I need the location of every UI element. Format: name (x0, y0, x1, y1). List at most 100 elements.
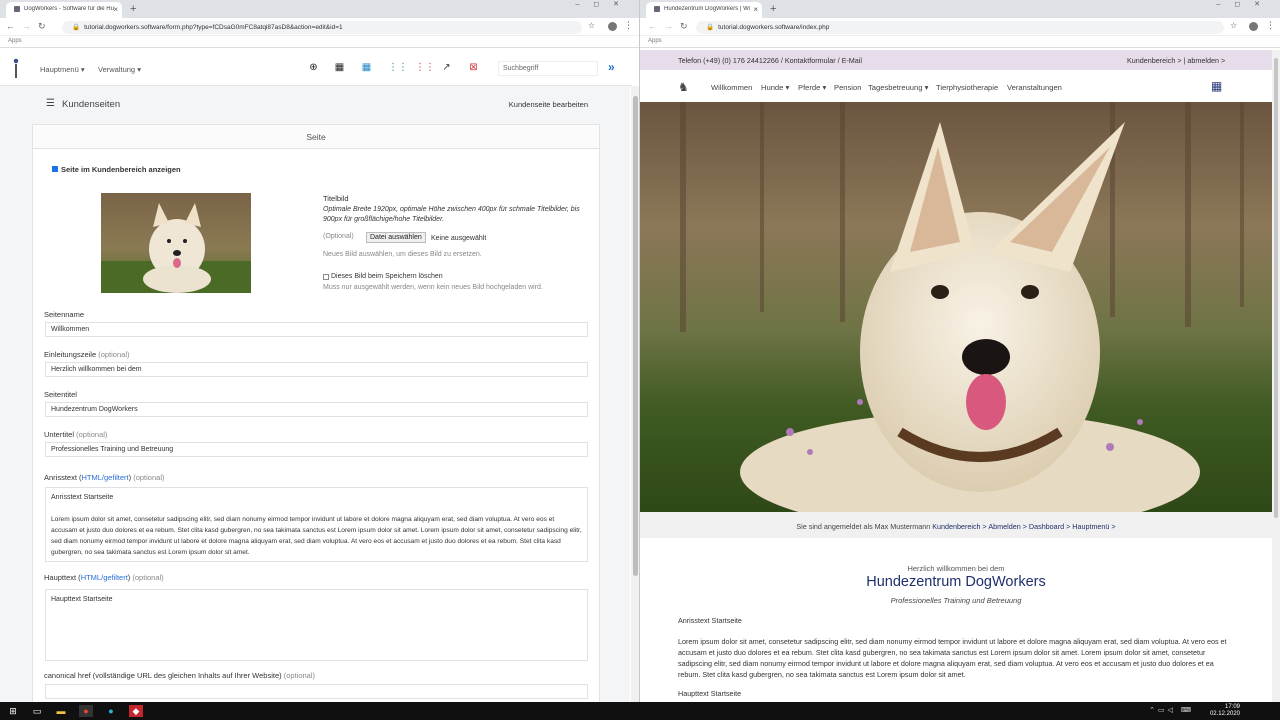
more-menu-icon[interactable]: ⋮ (1266, 20, 1275, 31)
more-menu-icon[interactable]: ⋮ (624, 20, 633, 31)
start-icon[interactable]: ⊞ (6, 705, 20, 717)
new-tab-icon[interactable]: + (770, 3, 776, 15)
subtitle-optional: (optional) (76, 430, 108, 439)
address-bar: ← → ↻ 🔒 tutorial.dogworkers.software/form… (0, 18, 639, 36)
favicon-icon (14, 6, 20, 12)
search-input[interactable]: Suchbegriff (498, 61, 598, 76)
url-field-right[interactable]: 🔒 tutorial.dogworkers.software/index.php (696, 21, 1224, 34)
reload-icon[interactable]: ↻ (680, 21, 688, 32)
nav-item-tagesbetreuung[interactable]: Tagesbetreuung ▾ (868, 83, 928, 92)
forward-icon[interactable]: → (22, 21, 31, 31)
logout-icon[interactable]: ⊠ (468, 62, 479, 73)
nav-item-willkommen[interactable]: Willkommen (711, 83, 752, 92)
nav-item-pferde[interactable]: Pferde ▾ (798, 83, 826, 92)
file-explorer-icon[interactable]: ▬ (54, 705, 68, 717)
modules-grid-icon[interactable]: ⋮⋮ (415, 62, 435, 73)
choose-file-button[interactable]: Datei auswählen (366, 232, 426, 243)
browser-tab[interactable]: DogWorkers - Software für die Hun × (6, 2, 122, 18)
left-scrollbar[interactable] (631, 86, 639, 702)
edit-customer-page-link[interactable]: Kundenseite bearbeiten (509, 100, 588, 109)
right-scroll-thumb[interactable] (1274, 58, 1278, 518)
right-scrollbar[interactable] (1272, 50, 1280, 702)
apps-grid-icon[interactable]: ⋮⋮ (388, 62, 408, 73)
edge-icon[interactable]: ● (104, 705, 118, 717)
nav-item-tierphysiotherapie[interactable]: Tierphysiotherapie (936, 83, 998, 92)
apps-bookmark[interactable]: Apps (8, 38, 22, 44)
system-tray-icons[interactable]: ⌃▭◁ ⌨ (1149, 706, 1194, 714)
nav-item-pension[interactable]: Pension (834, 83, 861, 92)
main-optional: (optional) (132, 573, 164, 582)
close-tab-icon[interactable]: × (113, 5, 118, 14)
admin-menu-dropdown[interactable]: Verwaltung ▾ (98, 65, 141, 74)
bookmark-star-icon[interactable]: ☆ (588, 21, 595, 30)
pagetitle-value: Hundezentrum DogWorkers (51, 406, 138, 413)
pagename-value: Willkommen (51, 326, 90, 333)
chrome-icon[interactable]: ● (79, 705, 93, 717)
reload-icon[interactable]: ↻ (38, 21, 46, 32)
bookmarks-bar-right: Apps (640, 36, 1280, 48)
globe-icon[interactable]: ⊕ (308, 62, 319, 73)
teaser-label-text: Anrisstext ( (44, 473, 82, 482)
main-heading: Haupttext Startseite (678, 689, 742, 698)
pagename-label: Seitenname (44, 310, 85, 319)
site-navbar: ♞ Willkommen Hunde ▾ Pferde ▾ Pension Ta… (640, 70, 1272, 102)
pagetitle-input[interactable]: Hundezentrum DogWorkers (45, 402, 588, 417)
nav-item-hunde[interactable]: Hunde ▾ (761, 83, 789, 92)
forward-icon[interactable]: → (664, 21, 673, 31)
delete-image-label: Dieses Bild beim Speichern löschen (331, 273, 443, 280)
dashboard-icon[interactable]: ▦ (361, 62, 372, 73)
profile-icon[interactable] (608, 22, 617, 31)
bookmark-star-icon[interactable]: ☆ (1230, 21, 1237, 30)
close-tab-icon[interactable]: × (753, 5, 758, 14)
back-icon[interactable]: ← (6, 21, 15, 31)
url-text: tutorial.dogworkers.software/form.php?ty… (84, 24, 343, 31)
external-link-icon[interactable]: ↗ (441, 62, 452, 73)
window-controls[interactable]: –◻✕ (1216, 0, 1274, 8)
url-text-right: tutorial.dogworkers.software/index.php (718, 24, 830, 31)
main-text-textarea[interactable]: Haupttext Startseite (45, 589, 588, 661)
breadcrumb-links[interactable]: Kundenbereich > Abmelden > Dashboard > H… (932, 522, 1115, 531)
new-tab-icon[interactable]: + (130, 3, 136, 15)
url-field[interactable]: 🔒 tutorial.dogworkers.software/form.php?t… (62, 21, 582, 34)
canonical-input[interactable] (45, 684, 588, 699)
main-text-value: Haupttext Startseite (51, 596, 113, 603)
logged-in-as-text: Sie sind angemeldet als Max Mustermann (796, 522, 931, 531)
pagename-input[interactable]: Willkommen (45, 322, 588, 337)
apps-bookmark-right[interactable]: Apps (648, 38, 662, 44)
main-menu-dropdown[interactable]: Hauptmenü ▾ (40, 65, 85, 74)
windows-taskbar: ⊞ ▭ ▬ ● ● ◆ ⌃▭◁ ⌨ 17:09 02.12.2020 (0, 702, 1280, 720)
profile-icon[interactable] (1249, 22, 1258, 31)
site-title: Hundezentrum DogWorkers (866, 574, 1046, 590)
main-html-link[interactable]: HTML/gefiltert (81, 573, 128, 582)
contact-info[interactable]: Telefon (+49) (0) 176 24412266 / Kontakt… (678, 56, 862, 65)
delete-image-checkbox[interactable] (323, 274, 329, 280)
teaser-html-link[interactable]: HTML/gefiltert (82, 473, 129, 482)
clock[interactable]: 17:09 02.12.2020 (1210, 704, 1240, 718)
dogworkers-logo-icon[interactable] (12, 58, 20, 80)
app-navbar: Hauptmenü ▾ Verwaltung ▾ ⊕ ▦ ▦ ⋮⋮ ⋮⋮ ↗ ⊠… (0, 50, 632, 86)
task-view-icon[interactable]: ▭ (30, 705, 44, 717)
teaser-heading: Anrisstext Startseite (678, 616, 742, 625)
hamburger-icon[interactable]: ☰ (46, 98, 55, 109)
intro-label-text: Einleitungszeile (44, 350, 97, 359)
intro-input[interactable]: Herzlich willkommen bei dem (45, 362, 588, 377)
collapse-sidebar-icon[interactable]: » (608, 60, 615, 74)
calendar-icon[interactable]: ▦ (1211, 79, 1222, 93)
show-in-customer-area-checkbox[interactable] (52, 166, 58, 172)
card-title: Seite (33, 125, 599, 149)
subtitle-input[interactable]: Professionelles Training und Betreuung (45, 442, 588, 457)
teaser-textarea[interactable]: Anrisstext Startseite Lorem ipsum dolor … (45, 487, 588, 562)
browser-tab-right[interactable]: Hundezentrum DogWorkers | Wi × (646, 2, 762, 18)
site-contact-strip: Telefon (+49) (0) 176 24412266 / Kontakt… (640, 50, 1272, 70)
app-icon[interactable]: ◆ (129, 705, 143, 717)
teaser-label-close: ) (128, 473, 132, 482)
left-scroll-thumb[interactable] (633, 96, 638, 576)
title-image-label: Titelbild (323, 194, 349, 203)
horse-logo-icon[interactable]: ♞ (678, 80, 689, 94)
calendar-icon[interactable]: ▦ (334, 62, 345, 73)
window-controls[interactable]: –◻✕ (575, 0, 633, 8)
account-links[interactable]: Kundenbereich > | abmelden > (1127, 56, 1225, 65)
search-placeholder: Suchbegriff (503, 65, 539, 72)
back-icon[interactable]: ← (648, 21, 657, 31)
nav-item-veranstaltungen[interactable]: Veranstaltungen (1007, 83, 1062, 92)
